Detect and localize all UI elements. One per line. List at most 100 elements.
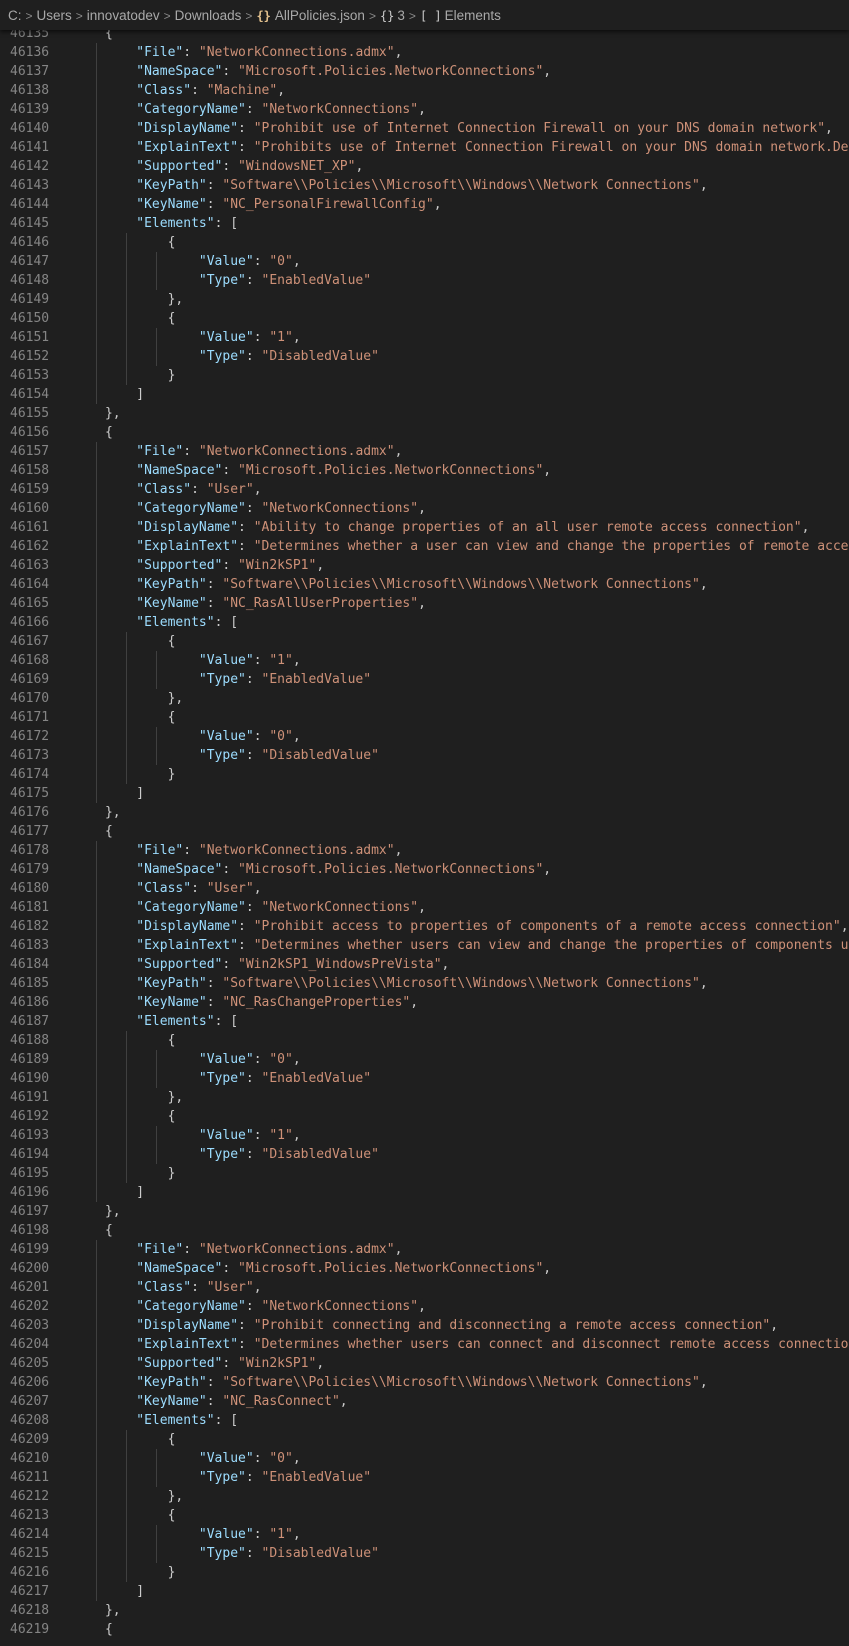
code-line[interactable]: 46156 {: [0, 423, 849, 442]
code-line[interactable]: 46139 "CategoryName": "NetworkConnection…: [0, 100, 849, 119]
code-line[interactable]: 46188 {: [0, 1031, 849, 1050]
code-line[interactable]: 46152 "Type": "DisabledValue": [0, 347, 849, 366]
code-line[interactable]: 46195 }: [0, 1164, 849, 1183]
code-line[interactable]: 46167 {: [0, 632, 849, 651]
code-editor[interactable]: 46135 {46136 "File": "NetworkConnections…: [0, 24, 849, 1639]
code-line[interactable]: 46186 "KeyName": "NC_RasChangeProperties…: [0, 993, 849, 1012]
code-line[interactable]: 46182 "DisplayName": "Prohibit access to…: [0, 917, 849, 936]
code-line[interactable]: 46176 },: [0, 803, 849, 822]
code-line[interactable]: 46143 "KeyPath": "Software\\Policies\\Mi…: [0, 176, 849, 195]
code-line[interactable]: 46184 "Supported": "Win2kSP1_WindowsPreV…: [0, 955, 849, 974]
code-line[interactable]: 46191 },: [0, 1088, 849, 1107]
code-line[interactable]: 46215 "Type": "DisabledValue": [0, 1544, 849, 1563]
code-line[interactable]: 46149 },: [0, 290, 849, 309]
chevron-right-icon: >: [245, 9, 253, 23]
code-line[interactable]: 46189 "Value": "0",: [0, 1050, 849, 1069]
code-line[interactable]: 46165 "KeyName": "NC_RasAllUserPropertie…: [0, 594, 849, 613]
code-line[interactable]: 46194 "Type": "DisabledValue": [0, 1145, 849, 1164]
code-line[interactable]: 46206 "KeyPath": "Software\\Policies\\Mi…: [0, 1373, 849, 1392]
code-line[interactable]: 46208 "Elements": [: [0, 1411, 849, 1430]
code-line[interactable]: 46174 }: [0, 765, 849, 784]
code-line[interactable]: 46211 "Type": "EnabledValue": [0, 1468, 849, 1487]
code-line[interactable]: 46169 "Type": "EnabledValue": [0, 670, 849, 689]
code-line[interactable]: 46145 "Elements": [: [0, 214, 849, 233]
code-line[interactable]: 46209 {: [0, 1430, 849, 1449]
code-line[interactable]: 46212 },: [0, 1487, 849, 1506]
code-line[interactable]: 46164 "KeyPath": "Software\\Policies\\Mi…: [0, 575, 849, 594]
code-line[interactable]: 46148 "Type": "EnabledValue": [0, 271, 849, 290]
code-line[interactable]: 46218 },: [0, 1601, 849, 1620]
code-line[interactable]: 46151 "Value": "1",: [0, 328, 849, 347]
code-line[interactable]: 46179 "NameSpace": "Microsoft.Policies.N…: [0, 860, 849, 879]
code-line[interactable]: 46146 {: [0, 233, 849, 252]
code-line[interactable]: 46168 "Value": "1",: [0, 651, 849, 670]
code-line[interactable]: 46150 {: [0, 309, 849, 328]
code-line[interactable]: 46163 "Supported": "Win2kSP1",: [0, 556, 849, 575]
code-line[interactable]: 46170 },: [0, 689, 849, 708]
code-line[interactable]: 46136 "File": "NetworkConnections.admx",: [0, 43, 849, 62]
code-line[interactable]: 46157 "File": "NetworkConnections.admx",: [0, 442, 849, 461]
code-line[interactable]: 46187 "Elements": [: [0, 1012, 849, 1031]
code-line[interactable]: 46205 "Supported": "Win2kSP1",: [0, 1354, 849, 1373]
code-line[interactable]: 46175 ]: [0, 784, 849, 803]
code-line[interactable]: 46207 "KeyName": "NC_RasConnect",: [0, 1392, 849, 1411]
code-line[interactable]: 46162 "ExplainText": "Determines whether…: [0, 537, 849, 556]
code-line[interactable]: 46159 "Class": "User",: [0, 480, 849, 499]
code-line[interactable]: 46153 }: [0, 366, 849, 385]
code-line[interactable]: 46203 "DisplayName": "Prohibit connectin…: [0, 1316, 849, 1335]
code-line[interactable]: 46158 "NameSpace": "Microsoft.Policies.N…: [0, 461, 849, 480]
code-line[interactable]: 46217 ]: [0, 1582, 849, 1601]
code-line[interactable]: 46197 },: [0, 1202, 849, 1221]
code-line[interactable]: 46201 "Class": "User",: [0, 1278, 849, 1297]
code-line[interactable]: 46185 "KeyPath": "Software\\Policies\\Mi…: [0, 974, 849, 993]
code-line[interactable]: 46202 "CategoryName": "NetworkConnection…: [0, 1297, 849, 1316]
breadcrumb-users[interactable]: Users: [37, 8, 72, 23]
code-line[interactable]: 46160 "CategoryName": "NetworkConnection…: [0, 499, 849, 518]
code-line[interactable]: 46192 {: [0, 1107, 849, 1126]
indent-guide: [96, 119, 97, 138]
code-line[interactable]: 46166 "Elements": [: [0, 613, 849, 632]
code-line[interactable]: 46141 "ExplainText": "Prohibits use of I…: [0, 138, 849, 157]
code-line[interactable]: 46147 "Value": "0",: [0, 252, 849, 271]
code-line[interactable]: 46154 ]: [0, 385, 849, 404]
code-line[interactable]: 46204 "ExplainText": "Determines whether…: [0, 1335, 849, 1354]
breadcrumb-drive[interactable]: C:: [8, 8, 22, 23]
code-line[interactable]: 46172 "Value": "0",: [0, 727, 849, 746]
code-line[interactable]: 46198 {: [0, 1221, 849, 1240]
code-line[interactable]: 46219 {: [0, 1620, 849, 1639]
code-line[interactable]: 46140 "DisplayName": "Prohibit use of In…: [0, 119, 849, 138]
breadcrumb-array[interactable]: [ ] Elements: [420, 8, 501, 23]
code-line[interactable]: 46173 "Type": "DisabledValue": [0, 746, 849, 765]
code-line[interactable]: 46142 "Supported": "WindowsNET_XP",: [0, 157, 849, 176]
code-line[interactable]: 46178 "File": "NetworkConnections.admx",: [0, 841, 849, 860]
code-line[interactable]: 46214 "Value": "1",: [0, 1525, 849, 1544]
code-line[interactable]: 46200 "NameSpace": "Microsoft.Policies.N…: [0, 1259, 849, 1278]
code-line[interactable]: 46196 ]: [0, 1183, 849, 1202]
code-content: "KeyName": "NC_RasChangeProperties",: [58, 993, 418, 1012]
indent-guide: [96, 613, 97, 632]
code-line[interactable]: 46180 "Class": "User",: [0, 879, 849, 898]
json-comma: ,: [418, 900, 426, 915]
json-colon: :: [206, 197, 223, 212]
code-line[interactable]: 46161 "DisplayName": "Ability to change …: [0, 518, 849, 537]
json-string: "Prohibits use of Internet Connection Fi…: [253, 140, 849, 155]
breadcrumb-file[interactable]: {} AllPolicies.json: [256, 8, 365, 23]
code-line[interactable]: 46199 "File": "NetworkConnections.admx",: [0, 1240, 849, 1259]
code-line[interactable]: 46210 "Value": "0",: [0, 1449, 849, 1468]
breadcrumb-object[interactable]: {} 3: [380, 8, 405, 23]
code-line[interactable]: 46144 "KeyName": "NC_PersonalFirewallCon…: [0, 195, 849, 214]
code-line[interactable]: 46171 {: [0, 708, 849, 727]
code-line[interactable]: 46183 "ExplainText": "Determines whether…: [0, 936, 849, 955]
breadcrumb-user-folder[interactable]: innovatodev: [87, 8, 160, 23]
code-line[interactable]: 46138 "Class": "Machine",: [0, 81, 849, 100]
breadcrumb-downloads[interactable]: Downloads: [175, 8, 242, 23]
code-line[interactable]: 46181 "CategoryName": "NetworkConnection…: [0, 898, 849, 917]
code-line[interactable]: 46216 }: [0, 1563, 849, 1582]
indent-guide: [126, 309, 127, 328]
code-line[interactable]: 46193 "Value": "1",: [0, 1126, 849, 1145]
code-line[interactable]: 46137 "NameSpace": "Microsoft.Policies.N…: [0, 62, 849, 81]
code-line[interactable]: 46177 {: [0, 822, 849, 841]
code-line[interactable]: 46155 },: [0, 404, 849, 423]
code-line[interactable]: 46213 {: [0, 1506, 849, 1525]
code-line[interactable]: 46190 "Type": "EnabledValue": [0, 1069, 849, 1088]
